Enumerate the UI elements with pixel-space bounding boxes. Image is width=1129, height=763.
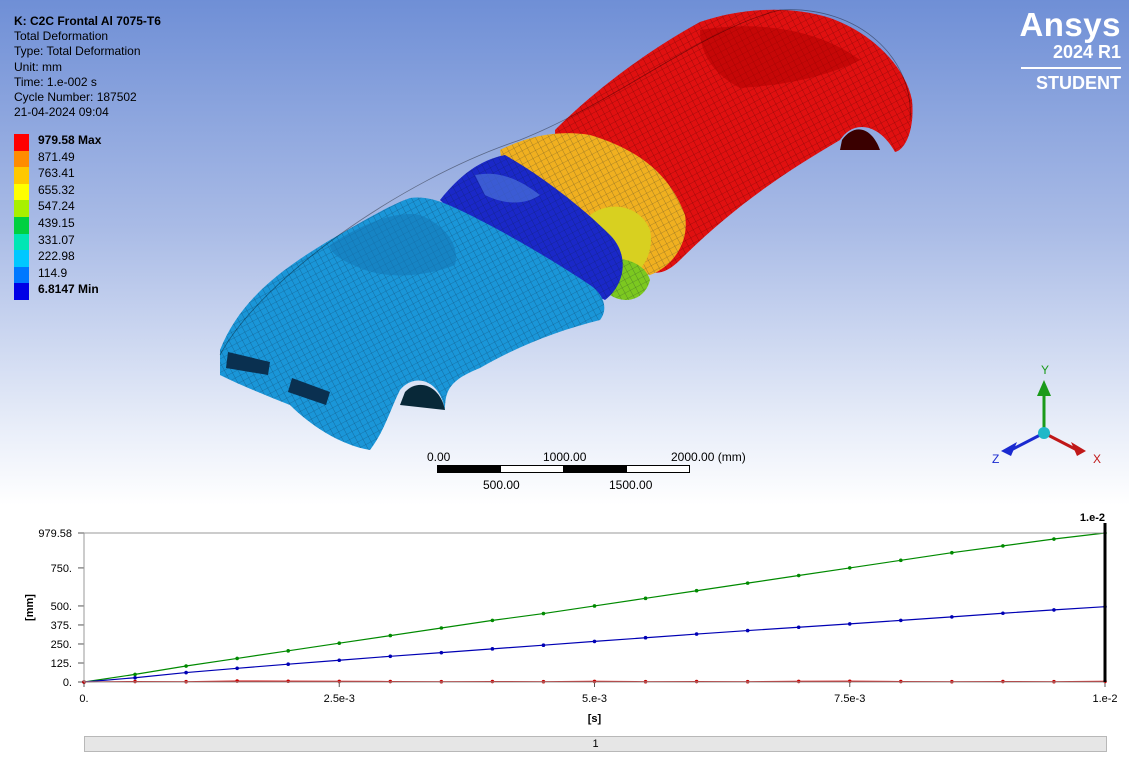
y-tick-label: 125. [51,658,72,670]
scale-bar: 0.00 1000.00 2000.00 (mm) 500.00 1500.00 [427,450,757,495]
series-point [337,658,342,663]
series-point [745,628,750,633]
series-point [439,650,444,655]
series-point [235,666,239,671]
x-tick-label: 5.e-3 [582,693,607,705]
x-tick-label: 0. [79,693,88,705]
series-point [950,615,954,619]
series-point [286,662,291,667]
series-point [592,604,597,608]
x-tick-label: 1.e-2 [1092,693,1117,705]
y-axis-title: [mm] [24,594,36,621]
deformed-model[interactable] [0,0,1129,505]
triad-origin [1038,427,1050,439]
y-axis-arrow-icon [1037,380,1051,396]
series-point [286,649,291,653]
series-point [1001,611,1005,616]
series-point [388,633,393,638]
y-axis-label: Y [1041,363,1050,377]
scale-label-500: 500.00 [483,478,520,492]
series-point [490,647,495,651]
series-point [235,656,239,661]
series-point [796,679,801,684]
series-point [694,632,699,636]
axis-triad[interactable]: Y X Z [985,360,1115,475]
x-tick-label: 2.5e-3 [324,693,355,705]
series-point [643,596,648,601]
scale-segment-2 [500,465,564,473]
series-point [899,618,903,623]
chart-x-ticks: 0. 2.5e-3 5.e-3 7.5e-3 1.e-2 [79,682,1118,705]
series-point [592,639,597,644]
series-point [541,643,546,647]
series-point [184,664,188,668]
scale-segment-4 [626,465,690,473]
x-tick-label: 7.5e-3 [834,693,865,705]
x-axis-label: X [1093,452,1102,466]
series-point [184,670,188,675]
series-point [337,641,342,646]
z-axis-label: Z [992,452,1000,466]
scale-segment-3 [563,465,627,473]
series-point [643,635,648,640]
series-point [133,672,137,677]
series-point [950,550,954,555]
series-point [745,581,750,585]
series-point [796,625,801,630]
series-point [796,573,801,578]
y-tick-label: 750. [51,563,72,575]
scale-label-1000: 1000.00 [543,450,587,464]
x-axis-title: [s] [588,713,602,725]
series-point [388,654,393,659]
scale-segment-1 [437,465,501,473]
series-point [337,679,342,684]
series-point [541,611,546,616]
scale-label-1500: 1500.00 [609,478,653,492]
series-point [439,626,444,630]
y-tick-label: 979.58 [38,528,72,540]
series-point [899,558,903,563]
timeline-bar[interactable]: 1 [84,736,1107,752]
series-point [1001,544,1005,548]
series-point [847,622,852,626]
series-point [1052,608,1056,612]
chart-y-ticks: 0. 125. 250. 375. 500. 750. 979.58 [38,528,84,689]
chart-series-group [82,531,1107,684]
y-tick-label: 375. [51,620,72,632]
y-tick-label: 500. [51,601,72,613]
y-tick-label: 0. [63,677,72,689]
series-point [1052,537,1056,541]
scale-label-2000: 2000.00 (mm) [671,450,746,464]
series-point [694,588,699,593]
y-tick-label: 250. [51,639,72,651]
deformation-chart[interactable]: 0. 125. 250. 375. 500. 750. 979.58 0. 2.5e-3 5.e… [0,505,1129,735]
graphics-viewport[interactable]: K: C2C Frontal Al 7075-T6 Total Deformat… [0,0,1129,505]
series-point [490,618,495,623]
scale-label-0: 0.00 [427,450,451,464]
timeline-label: 1 [592,738,599,750]
cursor-label: 1.e-2 [1080,512,1105,524]
series-point [592,679,597,684]
series-point [133,675,137,680]
series-point [847,566,852,570]
